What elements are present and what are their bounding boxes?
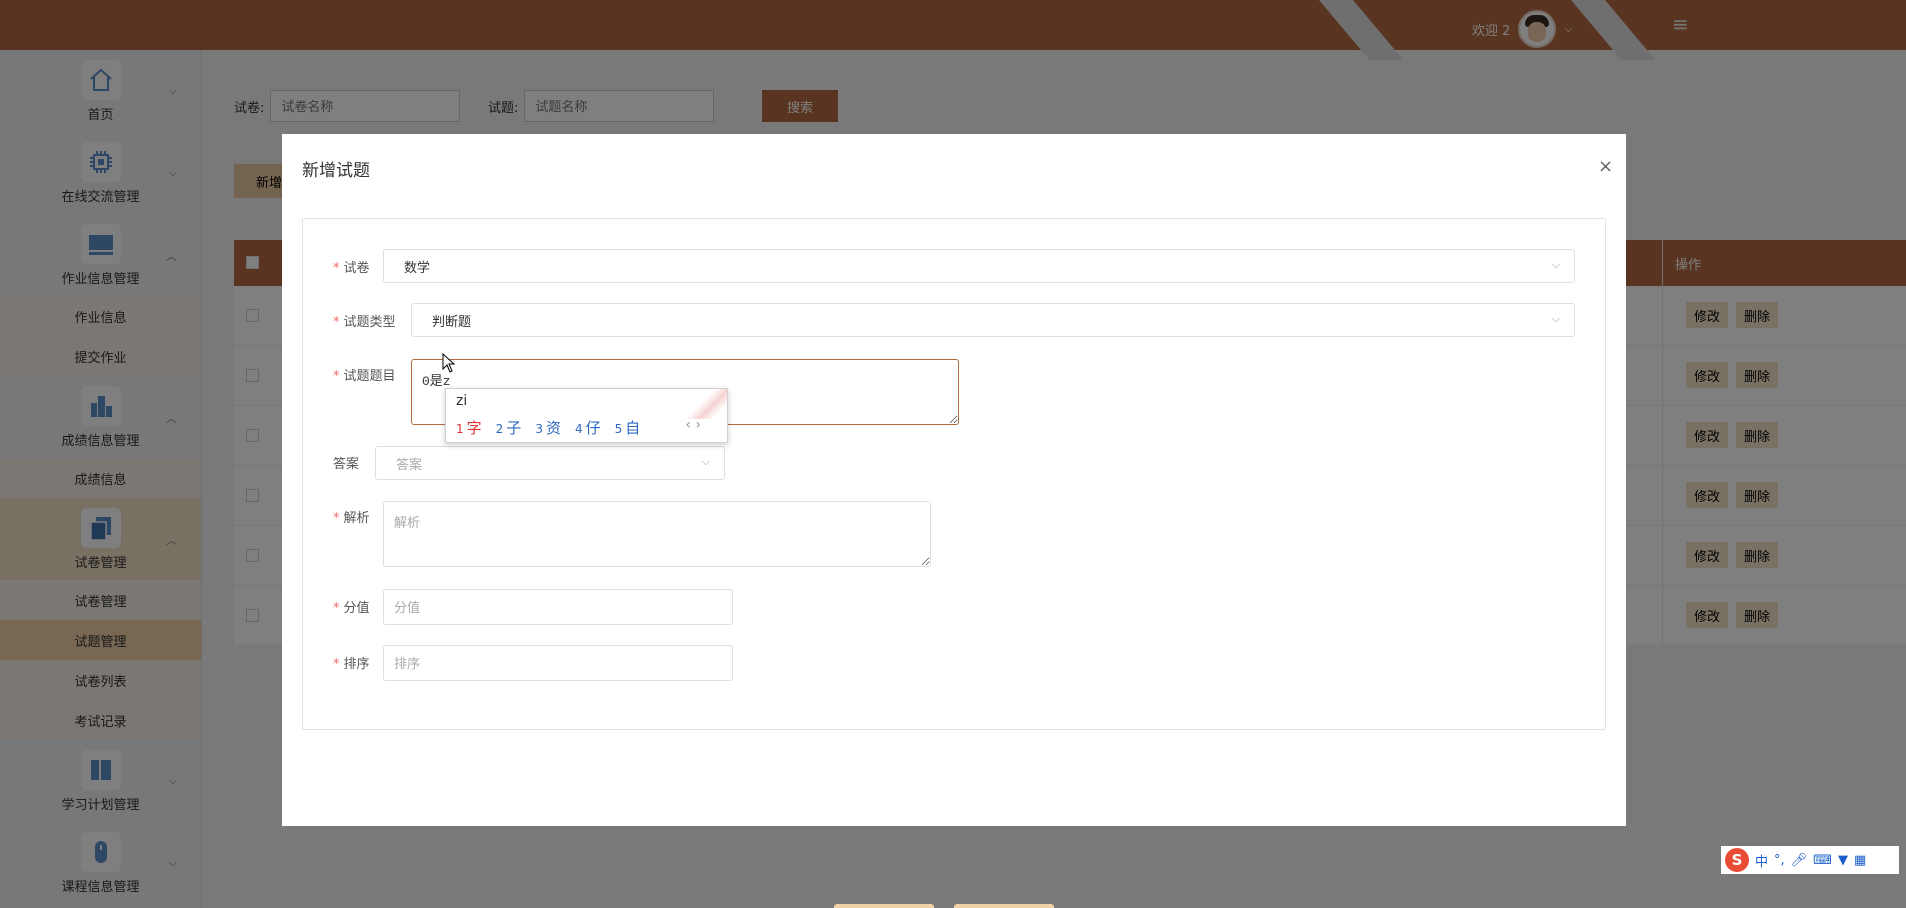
- ime-candidate-window: zi 1字 2子 3资 4仔 5自 ‹ ›: [445, 388, 728, 443]
- type-field-label: * 试题类型: [333, 315, 396, 330]
- submit-button[interactable]: 提交: [954, 904, 1054, 908]
- analysis-textarea[interactable]: [383, 501, 931, 567]
- order-field-label: * 排序: [333, 657, 370, 672]
- score-input[interactable]: [383, 589, 733, 625]
- ime-candidate[interactable]: 4仔: [575, 417, 601, 438]
- answer-field-label: 答案: [333, 457, 360, 472]
- question-form: * 试卷 数学 ⌵ * 试题类型 判断题 ⌵ * 试题题目 0是z 答案 答案 ⌵ *…: [302, 218, 1606, 730]
- sogou-logo-icon[interactable]: S: [1725, 848, 1749, 872]
- analysis-field-label: * 解析: [333, 511, 370, 526]
- mouse-cursor-icon: [442, 353, 456, 373]
- shirt-icon[interactable]: ▼: [1838, 853, 1848, 868]
- order-input[interactable]: [383, 645, 733, 681]
- cancel-button[interactable]: 取消: [834, 904, 934, 908]
- paper-select-value: 数学: [404, 260, 431, 276]
- ime-status-bar: S 中 °, 🎤︎ ⌨ ▼ ▦: [1721, 846, 1899, 874]
- ime-composition: zi: [456, 393, 468, 409]
- close-icon[interactable]: ×: [1598, 156, 1613, 177]
- ime-mode-toggle[interactable]: 中: [1755, 851, 1768, 870]
- ime-punctuation-toggle[interactable]: °,: [1774, 853, 1785, 868]
- answer-select[interactable]: 答案 ⌵: [375, 446, 725, 480]
- chevron-down-icon: ⌵: [1551, 258, 1560, 271]
- ime-candidate[interactable]: 1字: [456, 417, 482, 438]
- ime-candidate[interactable]: 2子: [496, 417, 522, 438]
- dialog-title: 新增试题: [302, 161, 370, 181]
- mic-icon[interactable]: 🎤︎: [1791, 853, 1808, 868]
- question-type-value: 判断题: [432, 314, 472, 330]
- paper-field-label: * 试卷: [333, 261, 370, 276]
- score-field-label: * 分值: [333, 601, 370, 616]
- ime-candidate[interactable]: 3资: [535, 417, 561, 438]
- chevron-down-icon: ⌵: [701, 455, 710, 468]
- topic-field-label: * 试题题目: [333, 369, 396, 384]
- grid-icon[interactable]: ▦: [1854, 853, 1866, 868]
- ime-skin-decoration: [687, 389, 727, 419]
- ime-candidate-list: 1字 2子 3资 4仔 5自: [456, 417, 640, 438]
- add-question-dialog: 新增试题 × * 试卷 数学 ⌵ * 试题类型 判断题 ⌵ * 试题题目 0是z 答案…: [282, 134, 1626, 908]
- question-type-select[interactable]: 判断题 ⌵: [411, 303, 1575, 337]
- chevron-down-icon: ⌵: [1551, 312, 1560, 325]
- paper-select[interactable]: 数学 ⌵: [383, 249, 1575, 283]
- ime-candidate[interactable]: 5自: [615, 417, 641, 438]
- ime-page-nav[interactable]: ‹ ›: [685, 417, 701, 433]
- keyboard-icon[interactable]: ⌨: [1813, 853, 1832, 868]
- answer-placeholder: 答案: [396, 457, 423, 473]
